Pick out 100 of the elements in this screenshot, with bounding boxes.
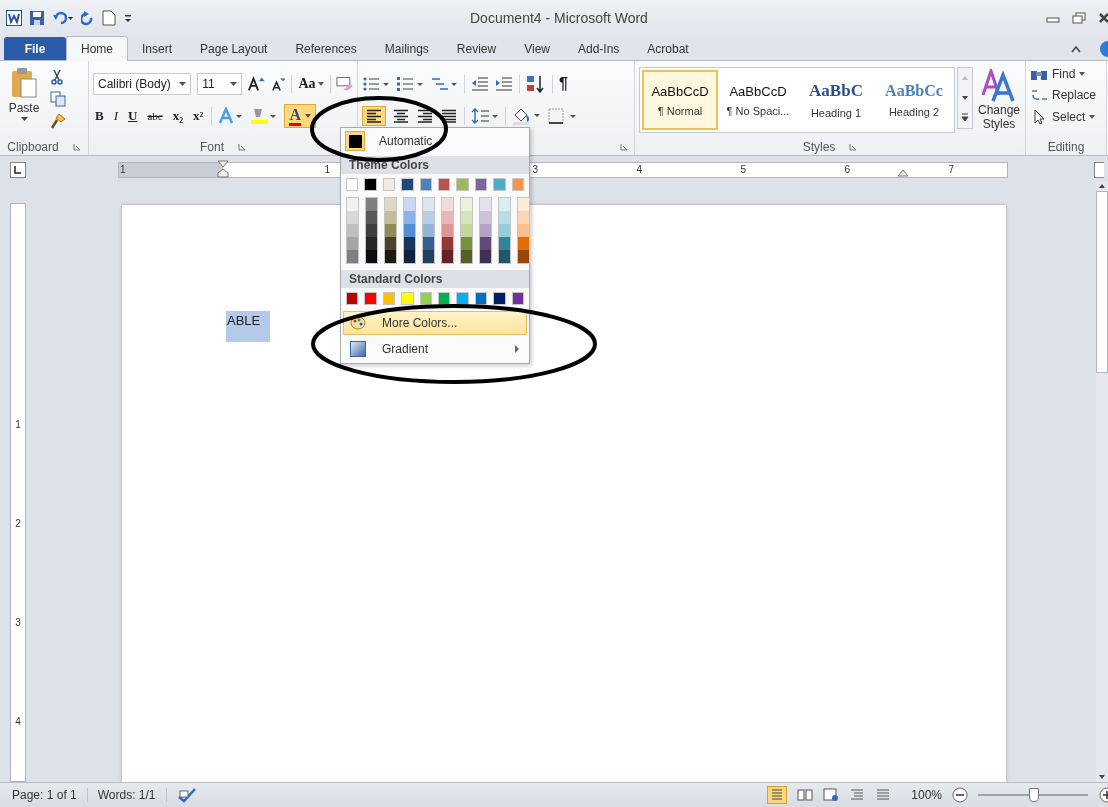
zoom-out-icon[interactable] <box>952 787 968 803</box>
view-ruler-icon[interactable] <box>1094 162 1104 178</box>
color-swatch[interactable] <box>404 211 415 224</box>
collapse-ribbon-icon[interactable] <box>1070 43 1082 54</box>
outline-icon[interactable] <box>849 788 866 802</box>
align-center-icon[interactable] <box>392 109 410 123</box>
format-button[interactable]: I <box>111 108 120 124</box>
grow-font-icon[interactable] <box>248 76 265 92</box>
color-swatch[interactable] <box>346 178 359 191</box>
color-swatch[interactable] <box>347 250 358 263</box>
editing-button[interactable]: Replace <box>1030 87 1102 103</box>
color-swatch[interactable] <box>474 178 488 191</box>
color-swatch[interactable] <box>347 198 358 211</box>
zoom-slider-thumb[interactable] <box>1029 788 1039 802</box>
new-document-icon[interactable] <box>102 10 116 26</box>
color-swatch[interactable] <box>518 211 529 224</box>
clear-formatting-icon[interactable] <box>336 76 353 92</box>
format-button[interactable]: abc <box>145 110 165 122</box>
color-swatch[interactable] <box>366 224 377 237</box>
ribbon-tab[interactable]: Page Layout <box>186 37 282 60</box>
color-swatch[interactable] <box>518 224 529 237</box>
font-color-button[interactable]: A <box>284 104 317 128</box>
color-swatch[interactable] <box>404 224 415 237</box>
color-swatch[interactable] <box>438 178 451 191</box>
scroll-thumb[interactable] <box>1096 191 1108 373</box>
ribbon-tab[interactable]: Acrobat <box>633 37 703 60</box>
color-swatch[interactable] <box>347 224 358 237</box>
color-swatch[interactable] <box>461 211 472 224</box>
color-swatch[interactable] <box>511 178 525 191</box>
dialog-launcher-icon[interactable] <box>849 143 858 151</box>
color-swatch[interactable] <box>474 292 488 305</box>
color-swatch[interactable] <box>461 224 472 237</box>
color-swatch[interactable] <box>518 250 529 263</box>
borders-icon[interactable] <box>548 108 578 124</box>
color-swatch[interactable] <box>364 178 377 191</box>
color-swatch[interactable] <box>364 292 377 305</box>
sort-icon[interactable] <box>526 75 546 93</box>
align-right-icon[interactable] <box>416 109 434 123</box>
color-swatch[interactable] <box>404 198 415 211</box>
justify-icon[interactable] <box>440 109 458 123</box>
close-icon[interactable] <box>1098 12 1108 24</box>
ribbon-tab[interactable]: Insert <box>128 37 187 60</box>
ribbon-tab[interactable]: Mailings <box>370 37 443 60</box>
color-swatch[interactable] <box>401 292 414 305</box>
color-swatch[interactable] <box>404 250 415 263</box>
color-swatch[interactable] <box>499 198 510 211</box>
color-swatch[interactable] <box>423 211 434 224</box>
increase-indent-icon[interactable] <box>495 76 513 92</box>
color-swatch[interactable] <box>499 237 510 250</box>
document-text[interactable]: ABLE <box>226 311 271 342</box>
undo-icon[interactable] <box>52 10 74 26</box>
color-swatch[interactable] <box>346 292 359 305</box>
format-painter-icon[interactable] <box>50 113 66 129</box>
color-swatch[interactable] <box>423 237 434 250</box>
shrink-font-icon[interactable] <box>270 76 286 92</box>
paste-button[interactable]: Paste <box>4 67 44 139</box>
color-swatch[interactable] <box>461 250 472 263</box>
color-swatch[interactable] <box>382 292 396 305</box>
format-button[interactable]: U <box>126 108 140 124</box>
color-swatch[interactable] <box>423 224 434 237</box>
numbering-icon[interactable] <box>396 76 424 92</box>
ribbon-tab[interactable]: Add-Ins <box>563 37 634 60</box>
color-swatch[interactable] <box>385 237 396 250</box>
automatic-color-item[interactable]: Automatic <box>341 128 529 154</box>
color-swatch[interactable] <box>385 224 396 237</box>
restore-icon[interactable] <box>1072 12 1086 24</box>
more-colors-menu-item[interactable]: More Colors... <box>343 311 527 335</box>
format-button[interactable]: x² <box>191 108 206 124</box>
reading-layout-icon[interactable] <box>797 788 814 802</box>
change-case-button[interactable]: Aa <box>298 76 324 92</box>
color-swatch[interactable] <box>456 178 469 191</box>
zoom-in-icon[interactable] <box>1098 787 1108 803</box>
color-swatch[interactable] <box>480 237 491 250</box>
color-swatch[interactable] <box>382 178 396 191</box>
ribbon-tab[interactable]: Home <box>66 36 128 61</box>
color-swatch[interactable] <box>419 178 433 191</box>
color-swatch[interactable] <box>480 250 491 263</box>
dialog-launcher-icon[interactable] <box>238 143 246 151</box>
color-swatch[interactable] <box>499 224 510 237</box>
format-button[interactable]: x₂ <box>170 108 186 124</box>
color-swatch[interactable] <box>480 224 491 237</box>
color-swatch[interactable] <box>518 198 529 211</box>
color-swatch[interactable] <box>385 211 396 224</box>
color-swatch[interactable] <box>347 237 358 250</box>
color-swatch[interactable] <box>404 237 415 250</box>
color-swatch[interactable] <box>419 292 433 305</box>
word-count[interactable]: Words: 1/1 <box>97 788 167 802</box>
text-effects-icon[interactable] <box>218 107 245 125</box>
vertical-scrollbar[interactable] <box>1096 181 1108 782</box>
style-item[interactable]: AaBbCc Heading 2 <box>876 70 952 130</box>
copy-icon[interactable] <box>50 91 66 107</box>
color-swatch[interactable] <box>480 198 491 211</box>
web-layout-icon[interactable] <box>823 788 840 802</box>
color-swatch[interactable] <box>493 292 506 305</box>
zoom-level[interactable]: 100% <box>911 788 942 802</box>
vertical-ruler[interactable]: 1 2 3 4 <box>10 203 26 782</box>
color-swatch[interactable] <box>442 250 453 263</box>
line-spacing-icon[interactable] <box>471 108 499 124</box>
color-swatch[interactable] <box>511 292 525 305</box>
color-swatch[interactable] <box>366 250 377 263</box>
